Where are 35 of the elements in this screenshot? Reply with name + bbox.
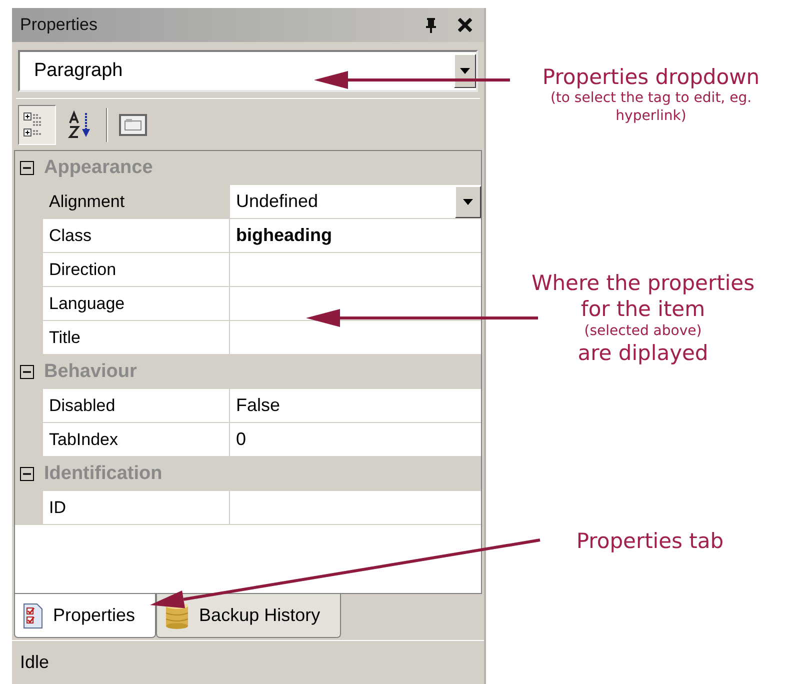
property-name[interactable]: Direction bbox=[43, 253, 230, 287]
category-label: Behaviour bbox=[44, 360, 137, 384]
status-text: Idle bbox=[20, 651, 50, 674]
property-value[interactable] bbox=[230, 287, 481, 321]
callout-note: (selected above) bbox=[584, 322, 702, 340]
element-dropdown[interactable]: Paragraph bbox=[18, 50, 478, 92]
collapse-icon[interactable] bbox=[20, 467, 34, 481]
tab[interactable]: Properties bbox=[14, 594, 156, 638]
property-name[interactable]: Language bbox=[43, 287, 230, 321]
checklist-icon bbox=[23, 602, 43, 628]
category-label: Appearance bbox=[44, 156, 153, 180]
dropdown-value: Paragraph bbox=[34, 58, 123, 83]
property-name[interactable]: Title bbox=[43, 321, 230, 355]
property-value[interactable]: bigheading bbox=[230, 219, 481, 253]
collapse-icon[interactable] bbox=[20, 365, 34, 379]
callout-text: Where the properties for the item bbox=[530, 270, 756, 322]
callout-note: (to select the tag to edit, eg. hyperlink) bbox=[549, 90, 753, 126]
category-label: Identification bbox=[44, 462, 162, 486]
pin-icon[interactable] bbox=[424, 17, 438, 33]
property-value[interactable]: 0 bbox=[230, 423, 481, 457]
window-title: Properties bbox=[20, 14, 98, 36]
property-value[interactable]: False bbox=[230, 389, 481, 423]
callout-text: Properties dropdown bbox=[542, 64, 760, 90]
collapse-icon[interactable] bbox=[20, 161, 34, 175]
close-icon[interactable] bbox=[458, 18, 472, 32]
callout-text: are diplayed bbox=[578, 340, 708, 366]
property-name[interactable]: Class bbox=[43, 219, 230, 253]
database-icon bbox=[165, 602, 190, 630]
callout-text: Properties tab bbox=[576, 528, 724, 554]
tab[interactable]: Backup History bbox=[156, 594, 342, 638]
property-name[interactable]: Disabled bbox=[43, 389, 230, 423]
property-value[interactable]: Undefined bbox=[230, 185, 481, 219]
property-name[interactable]: TabIndex bbox=[43, 423, 230, 457]
property-name[interactable]: ID bbox=[43, 491, 230, 525]
categorized-view-icon[interactable] bbox=[18, 104, 56, 144]
